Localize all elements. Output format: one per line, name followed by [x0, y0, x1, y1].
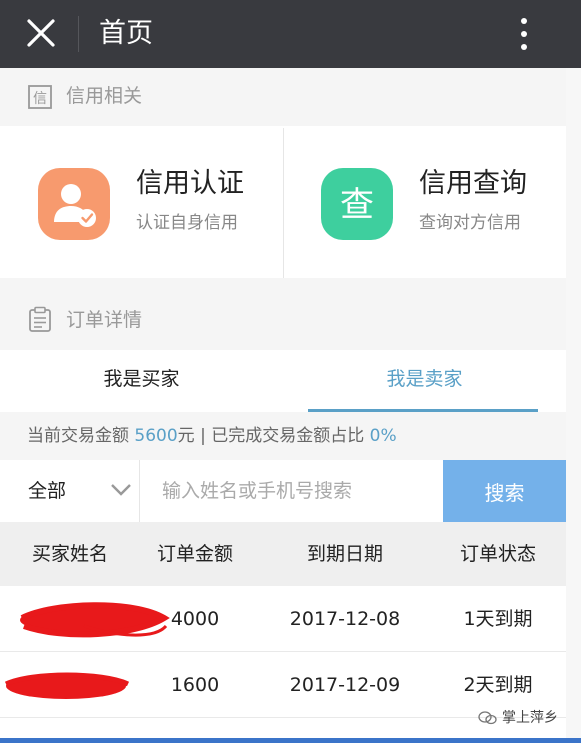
credit-cards: 信用认证 认证自身信用 查 信用查询 查询对方信用 — [0, 128, 566, 278]
clipboard-icon — [29, 306, 51, 332]
credit-verify-subtitle: 认证自身信用 — [136, 213, 238, 233]
top-navigation-bar: 首页 — [0, 0, 581, 68]
tab-seller[interactable]: 我是卖家 — [283, 350, 566, 412]
query-cha-icon: 查 — [321, 168, 393, 240]
bottom-edge-bar — [0, 738, 581, 743]
status-filter-dropdown[interactable]: 全部 — [0, 460, 140, 522]
buyer-seller-tabs: 我是买家 我是卖家 — [0, 350, 566, 412]
tab-buyer[interactable]: 我是买家 — [0, 350, 283, 412]
transaction-summary: 当前交易金额 5600元 | 已完成交易金额占比 0% — [0, 412, 566, 460]
redaction-scribble — [20, 602, 170, 638]
order-section-label: 订单详情 — [66, 309, 143, 331]
credit-doc-icon: 信 — [28, 85, 52, 109]
due-date: 2017-12-08 — [289, 608, 401, 630]
credit-query-card[interactable]: 查 信用查询 查询对方信用 — [283, 128, 566, 278]
page-title: 首页 — [99, 18, 153, 49]
search-input[interactable] — [142, 460, 442, 522]
filter-value: 全部 — [28, 480, 67, 502]
svg-text:信: 信 — [33, 91, 47, 107]
page-edge — [566, 68, 581, 743]
query-glyph: 查 — [340, 185, 374, 225]
watermark: 掌上萍乡 — [478, 706, 558, 730]
watermark-text: 掌上萍乡 — [502, 710, 558, 726]
order-amount: 1600 — [170, 674, 220, 696]
summary-ratio: 0% — [369, 426, 397, 446]
order-section-header: 订单详情 — [0, 278, 566, 350]
summary-amount: 5600 — [134, 426, 178, 446]
summary-mid: 元 | 已完成交易金额占比 — [177, 426, 370, 446]
search-row: 全部 搜索 — [0, 460, 566, 522]
redaction-scribble — [4, 672, 130, 699]
column-header-status: 订单状态 — [459, 543, 536, 565]
chevron-down-icon — [111, 484, 131, 496]
search-button[interactable]: 搜索 — [443, 460, 566, 522]
order-status: 1天到期 — [463, 608, 533, 630]
column-header-amount: 订单金额 — [156, 543, 233, 565]
credit-query-title: 信用查询 — [419, 168, 527, 199]
topbar-divider — [78, 16, 79, 52]
column-header-buyer-name: 买家姓名 — [31, 543, 108, 565]
table-header: 买家姓名 订单金额 到期日期 订单状态 — [0, 522, 566, 586]
credit-query-subtitle: 查询对方信用 — [419, 213, 521, 233]
more-vertical-icon[interactable] — [516, 16, 532, 52]
credit-section-header: 信 信用相关 — [0, 68, 566, 126]
credit-verify-title: 信用认证 — [136, 168, 244, 199]
close-icon[interactable] — [26, 18, 56, 48]
wechat-icon — [478, 711, 497, 725]
column-header-due-date: 到期日期 — [306, 543, 383, 565]
summary-prefix: 当前交易金额 — [27, 426, 135, 446]
user-verified-icon — [38, 168, 110, 240]
credit-section-label: 信用相关 — [66, 85, 143, 107]
credit-verify-card[interactable]: 信用认证 认证自身信用 — [0, 128, 283, 278]
due-date: 2017-12-09 — [289, 674, 401, 696]
